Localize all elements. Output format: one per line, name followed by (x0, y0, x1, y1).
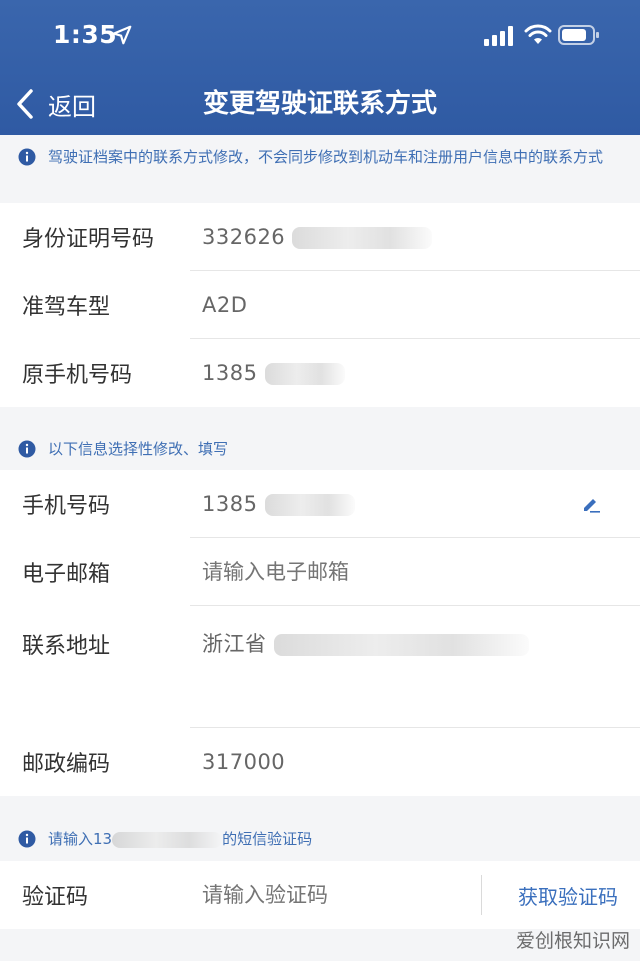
battery-icon (558, 25, 599, 45)
license-class-value: A2D (202, 293, 248, 317)
redacted-mask (264, 363, 345, 385)
row-license-class: 准驾车型 A2D (0, 271, 640, 339)
redacted-mask (292, 227, 433, 249)
id-number-value: 332626 (202, 225, 433, 249)
info-icon (18, 830, 36, 848)
info-icon (18, 148, 36, 166)
redacted-mask (264, 494, 355, 516)
redacted-mask (273, 634, 529, 656)
verify-label: 验证码 (22, 885, 89, 910)
notice-sms-text: 请输入13 的短信验证码 (48, 830, 313, 848)
postcode-value[interactable]: 317000 (202, 750, 285, 774)
email-input[interactable] (202, 560, 462, 584)
page-title: 变更驾驶证联系方式 (202, 89, 437, 119)
verify-card: 验证码 获取验证码 (0, 861, 640, 929)
location-arrow-icon (112, 25, 132, 45)
divider (481, 875, 482, 915)
redacted-mask (112, 831, 223, 848)
edit-pencil-icon[interactable] (581, 494, 601, 514)
get-code-button[interactable]: 获取验证码 (518, 881, 618, 910)
row-postcode[interactable]: 邮政编码 317000 (0, 728, 640, 796)
original-phone-label: 原手机号码 (22, 363, 133, 388)
notice-sms: 请输入13 的短信验证码 (0, 829, 640, 849)
verify-code-input[interactable] (202, 883, 442, 907)
notice-optional: 以下信息选择性修改、填写 (0, 439, 640, 459)
notice-top-text: 驾驶证档案中的联系方式修改，不会同步修改到机动车和注册用户信息中的联系方式 (48, 148, 604, 166)
original-phone-value: 1385 (202, 361, 345, 385)
address-value[interactable]: 浙江省 (202, 628, 529, 658)
phone-label: 手机号码 (22, 494, 111, 519)
address-label: 联系地址 (22, 634, 111, 659)
phone-value[interactable]: 1385 (202, 492, 355, 516)
signal-icon (484, 26, 513, 46)
email-label: 电子邮箱 (22, 562, 111, 587)
edit-card: 手机号码 1385 电子邮箱 联系地址 浙江省 邮政编码 317000 (0, 470, 640, 796)
postcode-label: 邮政编码 (22, 752, 111, 777)
row-phone[interactable]: 手机号码 1385 (0, 470, 640, 538)
row-address[interactable]: 联系地址 浙江省 (0, 606, 640, 728)
status-time: 1:35 (53, 20, 118, 49)
readonly-card: 身份证明号码 332626 准驾车型 A2D 原手机号码 1385 (0, 203, 640, 407)
row-id-number: 身份证明号码 332626 (0, 203, 640, 271)
id-number-label: 身份证明号码 (22, 227, 155, 252)
app-header: 1:35 返回 变更驾驶证联系方式 (0, 0, 640, 135)
watermark: 爱创根知识网 (515, 930, 630, 952)
row-email[interactable]: 电子邮箱 (0, 538, 640, 606)
notice-optional-text: 以下信息选择性修改、填写 (48, 440, 229, 458)
row-original-phone: 原手机号码 1385 (0, 339, 640, 407)
wifi-icon (524, 24, 552, 44)
row-verify: 验证码 获取验证码 (0, 861, 640, 929)
notice-top: 驾驶证档案中的联系方式修改，不会同步修改到机动车和注册用户信息中的联系方式 (0, 147, 640, 167)
info-icon (18, 440, 36, 458)
license-class-label: 准驾车型 (22, 295, 111, 320)
